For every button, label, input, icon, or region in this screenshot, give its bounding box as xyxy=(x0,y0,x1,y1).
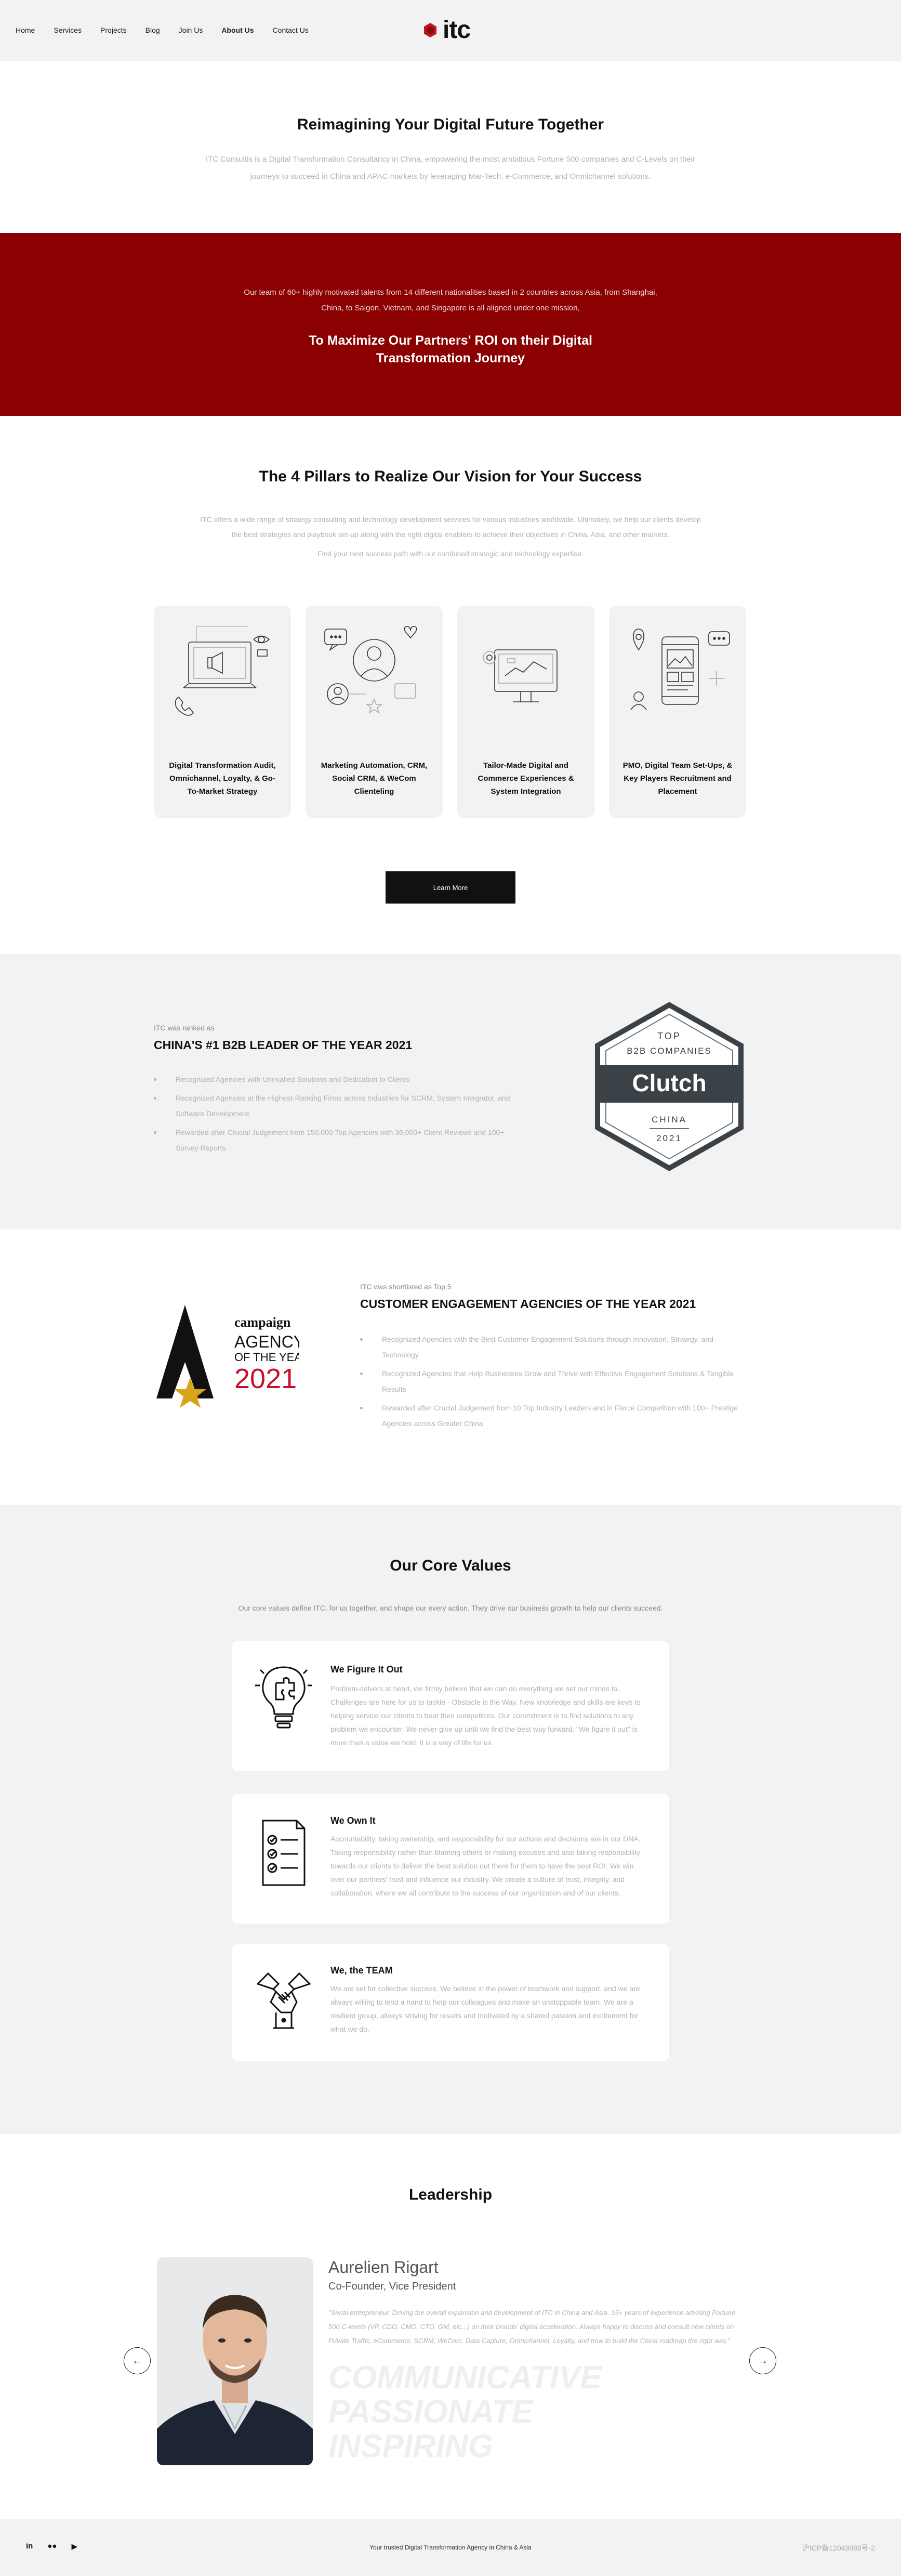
badge-brand: Clutch xyxy=(632,1069,706,1096)
site-logo[interactable]: itc xyxy=(422,16,471,44)
pillar-label: Digital Transformation Audit, Omnichanne… xyxy=(169,761,276,796)
checklist-icon xyxy=(262,1820,306,1886)
nav-home[interactable]: Home xyxy=(16,26,35,34)
badge-line: B2B COMPANIES xyxy=(627,1046,712,1056)
value-title: We Figure It Out xyxy=(330,1664,403,1675)
hero-section: Reimagining Your Digital Future Together… xyxy=(0,61,901,233)
clutch-badge: TOP B2B COMPANIES Clutch CHINA 2021 xyxy=(595,1002,744,1171)
mission-band: Our team of 60+ highly motivated talents… xyxy=(0,233,901,416)
cust-list: Recognized Agencies with the Best Custom… xyxy=(360,1331,747,1434)
award-line1: AGENCY xyxy=(234,1332,299,1351)
team-hands-icon xyxy=(256,1972,311,2029)
list-item: Recognized Agencies with the Best Custom… xyxy=(360,1331,747,1363)
trait-word: COMMUNICATIVE xyxy=(328,2360,602,2396)
trait-word: PASSIONATE xyxy=(328,2394,533,2430)
nav-join-us[interactable]: Join Us xyxy=(179,26,203,34)
leader-bio: "Serial entrepreneur. Driving the overal… xyxy=(328,2309,736,2345)
pillar-card[interactable]: Tailor-Made Digital and Commerce Experie… xyxy=(457,606,594,818)
value-card: We Figure It Out Problem-solvers at hear… xyxy=(232,1641,669,1771)
core-title: Our Core Values xyxy=(390,1557,511,1574)
pillar-label: Marketing Automation, CRM, Social CRM, &… xyxy=(321,761,428,796)
leader-photo xyxy=(157,2257,313,2465)
logo-hexagon-icon xyxy=(424,23,436,37)
value-text: Problem-solvers at heart, we firmly beli… xyxy=(330,1684,641,1747)
list-item: Recognized Agencies that Help Businesses… xyxy=(360,1366,747,1397)
b2b-title: CHINA'S #1 B2B LEADER OF THE YEAR 2021 xyxy=(154,1038,413,1052)
hero-text: ITC Consultis is a Digital Transformatio… xyxy=(205,155,696,181)
value-text: We are set for collective success. We be… xyxy=(330,1984,640,2033)
customer-engagement-section: campaign AGENCY OF THE YEAR 2021 ITC was… xyxy=(0,1230,901,1505)
pillar-card[interactable]: Digital Transformation Audit, Omnichanne… xyxy=(154,606,291,818)
b2b-leader-section: ITC was ranked as CHINA'S #1 B2B LEADER … xyxy=(0,954,901,1230)
pillars-title: The 4 Pillars to Realize Our Vision for … xyxy=(259,468,642,485)
hero-title: Reimagining Your Digital Future Together xyxy=(297,116,604,133)
trait-word: INSPIRING xyxy=(328,2428,493,2464)
pillar-cards: Digital Transformation Audit, Omnichanne… xyxy=(154,606,746,818)
leadership-title: Leadership xyxy=(408,2186,493,2203)
value-card: We Own It Accountability, taking ownersh… xyxy=(232,1794,669,1924)
core-intro: Our core values define ITC, for us toget… xyxy=(238,1604,663,1612)
campaign-award-logo: campaign AGENCY OF THE YEAR 2021 xyxy=(156,1305,299,1408)
list-item: Recognized Agencies with Unrivalled Solu… xyxy=(154,1071,528,1087)
portrait-image xyxy=(157,2257,313,2465)
pillars-intro: ITC offers a wide range of strategy cons… xyxy=(200,515,701,539)
footer-tagline: Your trusted Digital Transformation Agen… xyxy=(369,2544,532,2551)
learn-more-button[interactable]: Learn More xyxy=(386,871,515,904)
next-arrow-icon[interactable]: → xyxy=(749,2347,776,2374)
list-item: Rewarded after Crucial Judgement from 15… xyxy=(154,1124,528,1156)
prev-arrow-icon[interactable]: ← xyxy=(124,2347,151,2374)
pillar-card[interactable]: Marketing Automation, CRM, Social CRM, &… xyxy=(306,606,443,818)
cust-title: CUSTOMER ENGAGEMENT AGENCIES OF THE YEAR… xyxy=(360,1297,696,1311)
leadership-section: Leadership ← → Aurelien Rigart Co-Founde… xyxy=(0,2134,901,2519)
icp-license[interactable]: 沪ICP备12043089号-2 xyxy=(802,2543,875,2553)
list-item: Rewarded after Crucial Judgement from 10… xyxy=(360,1400,747,1431)
pillar-label: PMO, Digital Team Set-Ups, & Key Players… xyxy=(622,761,733,796)
nav-services[interactable]: Services xyxy=(54,26,82,34)
nav-about-us[interactable]: About Us xyxy=(221,26,254,34)
award-line2: OF THE YEAR xyxy=(234,1351,299,1364)
cust-small-label: ITC was shortlisted as Top 5 xyxy=(360,1283,452,1291)
nav-blog[interactable]: Blog xyxy=(145,26,160,34)
b2b-list: Recognized Agencies with Unrivalled Solu… xyxy=(154,1071,528,1159)
badge-top: TOP xyxy=(657,1031,681,1041)
nav-links: Home Services Projects Blog Join Us Abou… xyxy=(16,26,309,34)
pillars-intro-2: Find your next success path with our com… xyxy=(317,550,584,558)
mission-headline: To Maximize Our Partners' ROI on their D… xyxy=(309,333,592,365)
value-text: Accountability, taking ownership, and re… xyxy=(330,1835,641,1897)
pillar-label: Tailor-Made Digital and Commerce Experie… xyxy=(478,761,574,796)
nav-projects[interactable]: Projects xyxy=(100,26,127,34)
leader-name: Aurelien Rigart xyxy=(328,2258,439,2277)
mobile-app-icon xyxy=(630,629,730,710)
nav-contact-us[interactable]: Contact Us xyxy=(273,26,309,34)
value-card: We, the TEAM We are set for collective s… xyxy=(232,1944,669,2061)
list-item: Recognized Agencies at the Highest-Ranki… xyxy=(154,1090,528,1121)
award-year: 2021 xyxy=(234,1363,297,1394)
top-nav: Home Services Projects Blog Join Us Abou… xyxy=(0,0,901,61)
value-title: We, the TEAM xyxy=(330,1965,393,1976)
value-title: We Own It xyxy=(330,1815,376,1826)
core-values-section: Our Core Values Our core values define I… xyxy=(0,1505,901,2134)
award-brand: campaign xyxy=(234,1315,291,1330)
pillars-section: The 4 Pillars to Realize Our Vision for … xyxy=(0,416,901,954)
badge-year: 2021 xyxy=(656,1133,682,1143)
mission-text: Our team of 60+ highly motivated talents… xyxy=(244,288,657,312)
commerce-icon xyxy=(483,649,558,702)
footer: in ●● ▶ Your trusted Digital Transformat… xyxy=(0,2519,901,2576)
logo-text: itc xyxy=(443,16,471,44)
leader-role: Co-Founder, Vice President xyxy=(328,2281,456,2292)
badge-country: CHINA xyxy=(652,1115,687,1124)
crm-icon xyxy=(324,626,417,714)
b2b-small-label: ITC was ranked as xyxy=(154,1024,215,1032)
lightbulb-puzzle-icon xyxy=(255,1666,312,1729)
pillar-card[interactable]: PMO, Digital Team Set-Ups, & Key Players… xyxy=(609,606,746,818)
marketing-strategy-icon xyxy=(175,626,270,716)
